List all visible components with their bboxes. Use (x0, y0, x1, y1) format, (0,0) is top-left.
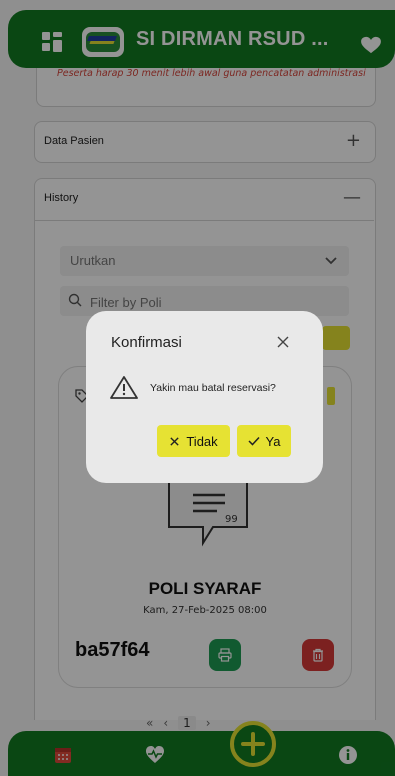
confirm-dialog: Konfirmasi Yakin mau batal reservasi? Ti… (86, 311, 323, 483)
confirm-button[interactable]: Ya (237, 425, 291, 457)
x-icon (170, 436, 179, 446)
close-icon[interactable] (276, 335, 290, 349)
warning-icon (110, 376, 138, 399)
confirm-button-label: Ya (265, 433, 281, 449)
dialog-title: Konfirmasi (111, 334, 182, 351)
cancel-button[interactable]: Tidak (157, 425, 230, 457)
dialog-message: Yakin mau batal reservasi? (150, 382, 276, 394)
cancel-button-label: Tidak (186, 433, 218, 449)
check-icon (248, 436, 260, 446)
page: SI DIRMAN RSUD ... Peserta harap 30 meni… (0, 0, 395, 776)
